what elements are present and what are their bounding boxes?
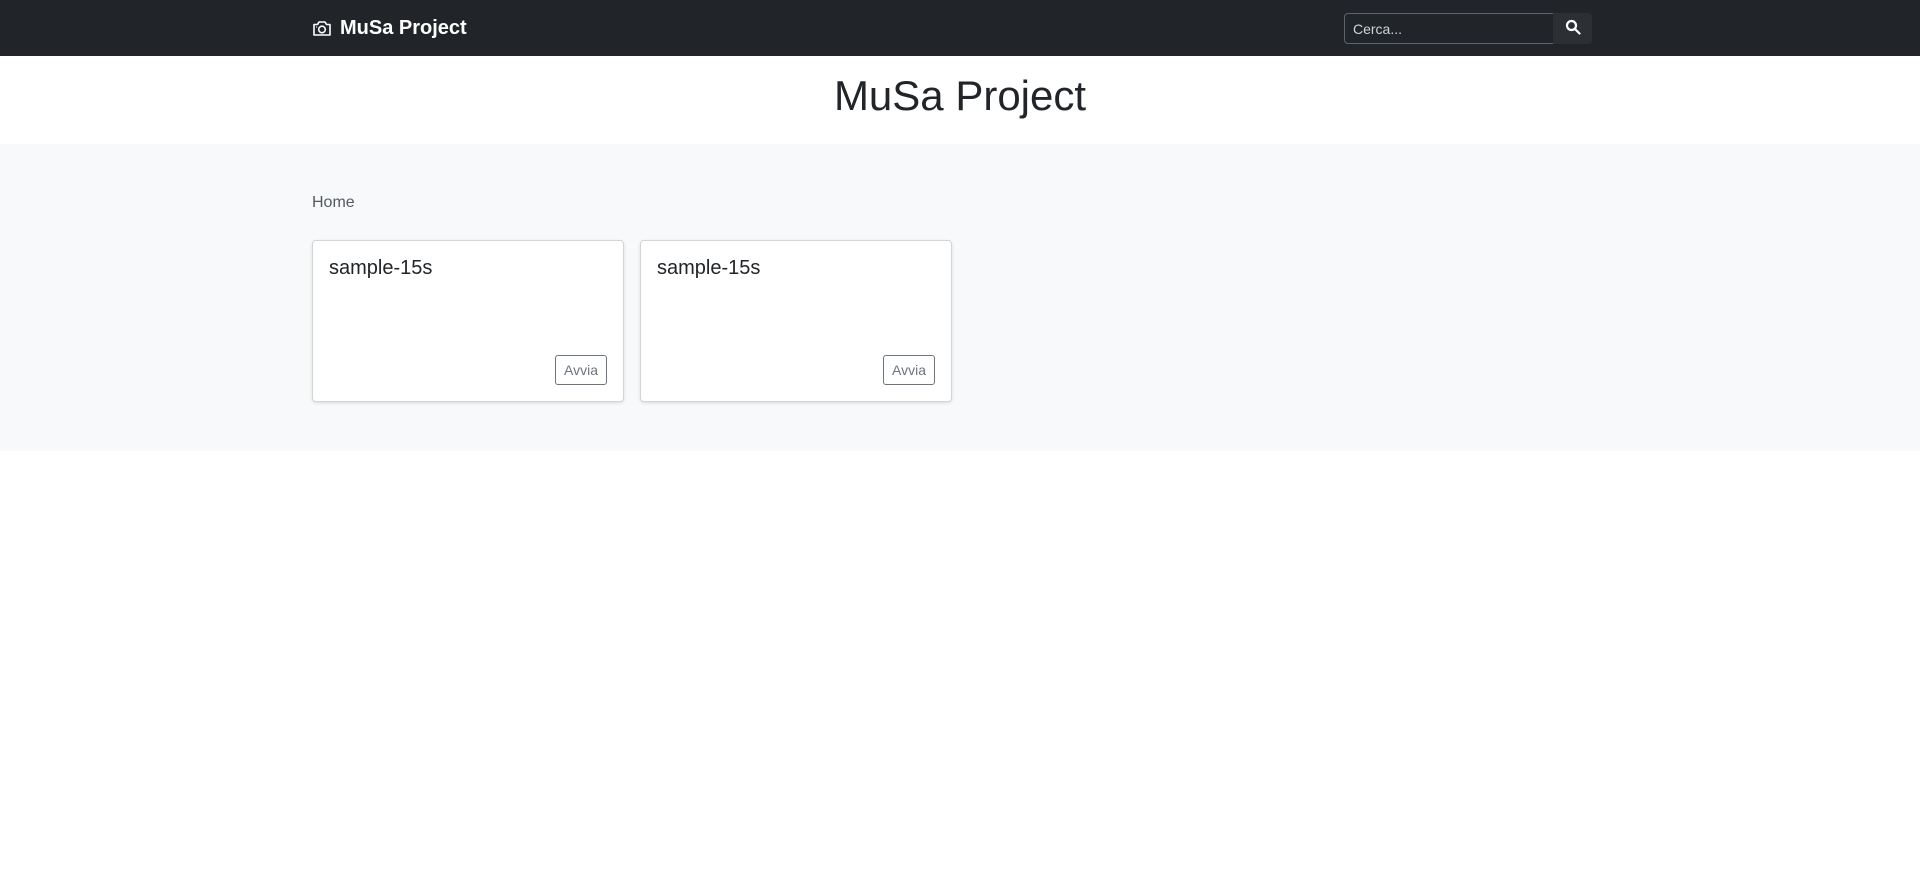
video-card: sample-15s Avvia — [312, 240, 624, 402]
search-input[interactable] — [1344, 13, 1554, 44]
brand-label: MuSa Project — [340, 16, 467, 39]
breadcrumb: Home — [312, 194, 355, 211]
card-title: sample-15s — [329, 257, 433, 279]
search-button[interactable] — [1553, 13, 1592, 44]
search-icon — [1565, 19, 1581, 38]
main-content: Home sample-15s Avvia sample-15s Avvia — [0, 144, 1920, 451]
navbar: MuSa Project — [0, 0, 1920, 56]
avvia-button[interactable]: Avvia — [883, 355, 935, 385]
camera-icon — [312, 19, 332, 37]
brand-link[interactable]: MuSa Project — [312, 14, 467, 42]
avvia-button[interactable]: Avvia — [555, 355, 607, 385]
card-title: sample-15s — [657, 257, 761, 279]
hero-header: MuSa Project — [0, 56, 1920, 144]
video-card: sample-15s Avvia — [640, 240, 952, 402]
page-title: MuSa Project — [833, 72, 1087, 119]
